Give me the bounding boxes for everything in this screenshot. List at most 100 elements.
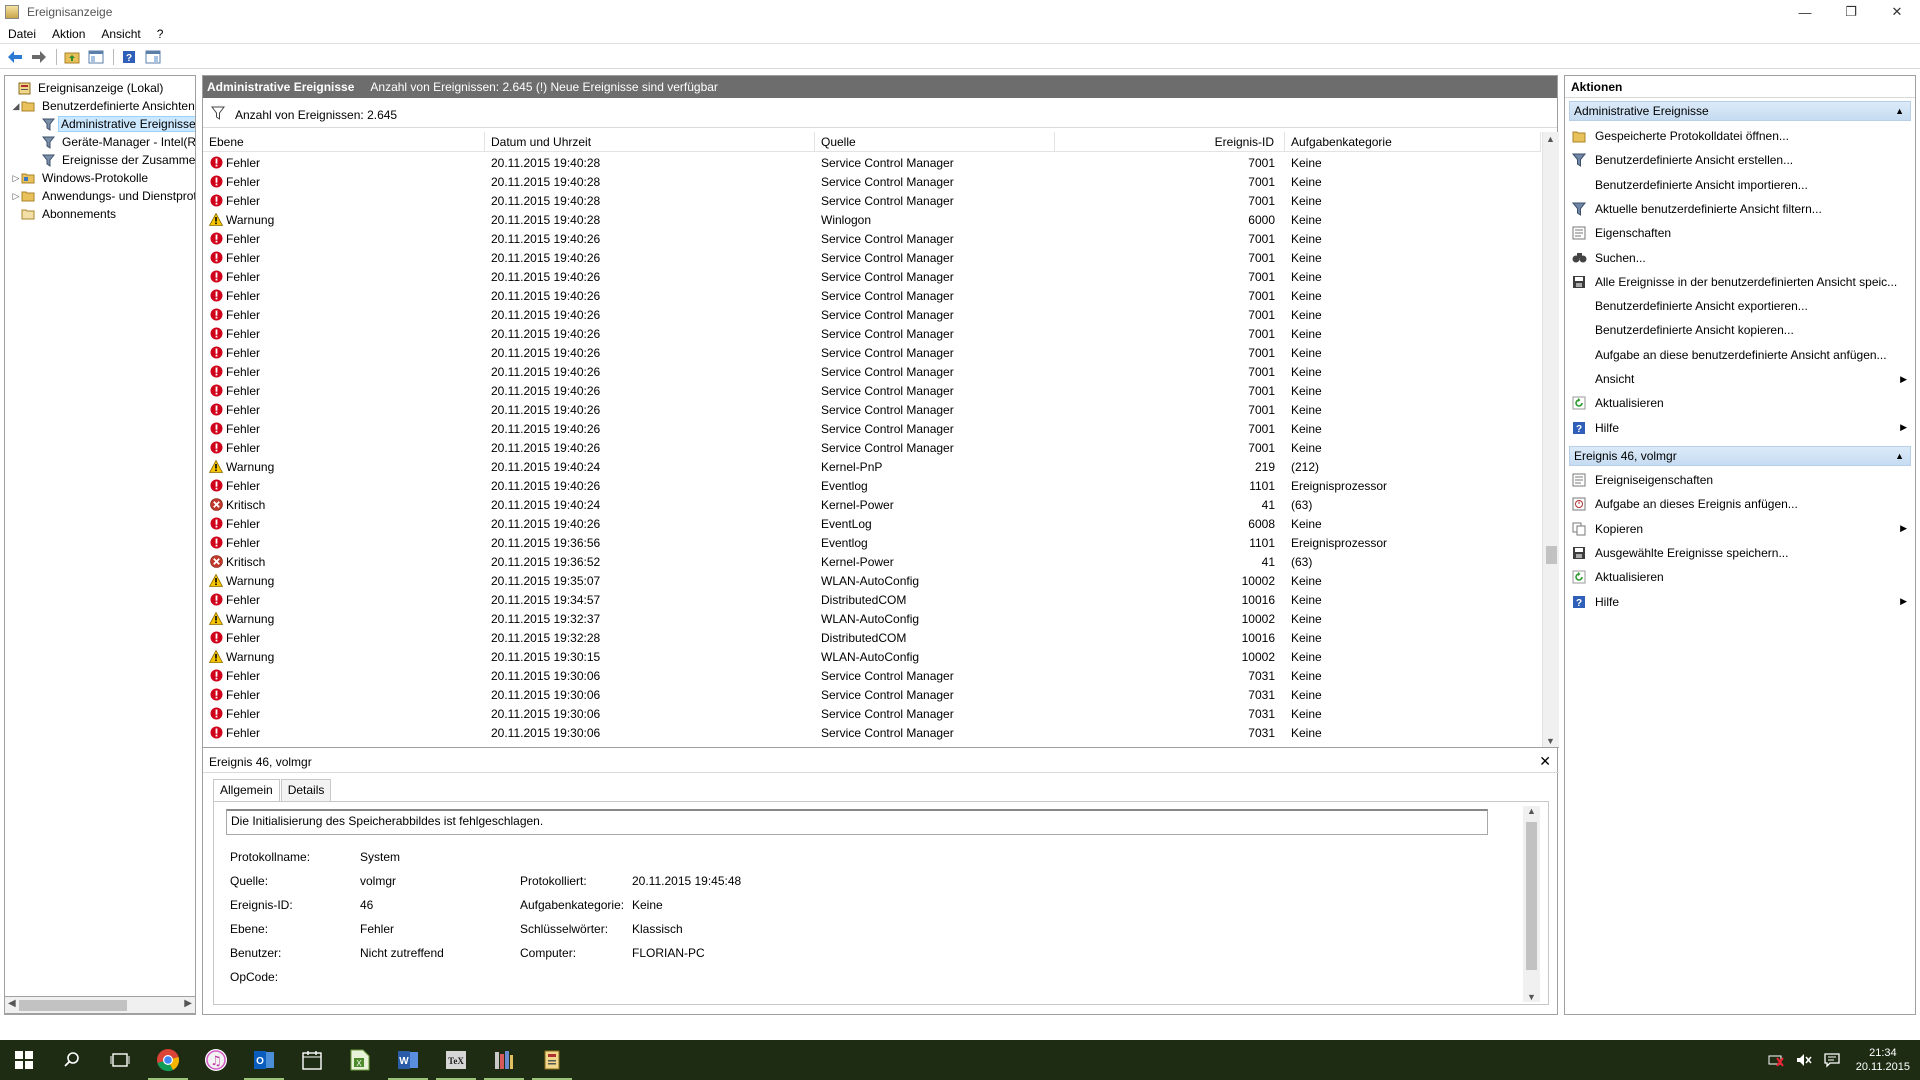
menu-ansicht[interactable]: Ansicht	[93, 27, 148, 41]
action-hilfe[interactable]: ? Hilfe ▶	[1571, 418, 1911, 438]
tab-general[interactable]: Allgemein	[213, 779, 280, 801]
forward-icon[interactable]	[28, 47, 50, 67]
scroll-thumb[interactable]	[1546, 546, 1557, 564]
action-benutzerdefinierte-ansicht-erstellen[interactable]: Benutzerdefinierte Ansicht erstellen...	[1571, 150, 1911, 170]
task-view-icon[interactable]	[96, 1040, 144, 1080]
table-row[interactable]: Fehler 20.11.2015 19:34:57 DistributedCOM 1…	[203, 590, 1541, 609]
action-benutzerdefinierte-ansicht-kopieren[interactable]: Benutzerdefinierte Ansicht kopieren...	[1571, 320, 1911, 340]
latex-icon[interactable]: TeX	[432, 1040, 480, 1080]
folder-up-icon[interactable]	[61, 47, 83, 67]
table-row[interactable]: Fehler 20.11.2015 19:40:26 Service Control…	[203, 324, 1541, 343]
table-row[interactable]: Fehler 20.11.2015 19:40:26 Service Control…	[203, 381, 1541, 400]
action-ausgewählte-ereignisse-speichern[interactable]: Ausgewählte Ereignisse speichern...	[1571, 543, 1911, 563]
collapse-icon[interactable]: ▲	[1895, 451, 1904, 461]
tree-item-administrative-events[interactable]: Administrative Ereignisse	[31, 115, 195, 133]
table-row[interactable]: Warnung 20.11.2015 19:35:07 WLAN-AutoConfi…	[203, 571, 1541, 590]
minimize-button[interactable]: —	[1782, 0, 1828, 24]
calendar-icon[interactable]	[288, 1040, 336, 1080]
table-row[interactable]: Fehler 20.11.2015 19:40:28 Service Control…	[203, 172, 1541, 191]
close-icon[interactable]: ✕	[1539, 753, 1551, 770]
table-row[interactable]: Kritisch 20.11.2015 19:36:52 Kernel-Power 4…	[203, 552, 1541, 571]
action-kopieren[interactable]: Kopieren ▶	[1571, 519, 1911, 539]
table-row[interactable]: Fehler 20.11.2015 19:40:26 Eventlog 1101 Ere…	[203, 476, 1541, 495]
table-row[interactable]: Fehler 20.11.2015 19:30:06 Service Control…	[203, 666, 1541, 685]
action-suchen[interactable]: Suchen...	[1571, 248, 1911, 268]
action-aktuelle-benutzerdefinierte-ansicht-filtern[interactable]: Aktuelle benutzerdefinierte Ansicht filt…	[1571, 199, 1911, 219]
table-row[interactable]: Fehler 20.11.2015 19:40:26 Service Control…	[203, 362, 1541, 381]
word-icon[interactable]: W	[384, 1040, 432, 1080]
table-row[interactable]: Warnung 20.11.2015 19:32:37 WLAN-AutoConfi…	[203, 609, 1541, 628]
show-hide-action-icon[interactable]	[142, 47, 164, 67]
action-ereigniseigenschaften[interactable]: Ereigniseigenschaften	[1571, 470, 1911, 490]
tree-item-device-manager[interactable]: Geräte-Manager - Intel(R) Dual Band Wire…	[31, 133, 195, 151]
action-hilfe[interactable]: ? Hilfe ▶	[1571, 592, 1911, 612]
expand-icon[interactable]: ▷	[11, 191, 21, 202]
table-row[interactable]: Fehler 20.11.2015 19:40:26 Service Control…	[203, 286, 1541, 305]
tab-details[interactable]: Details	[280, 779, 332, 801]
close-button[interactable]: ✕	[1874, 0, 1920, 24]
notifications-icon[interactable]	[1820, 1048, 1844, 1072]
column-header-source[interactable]: Quelle	[815, 132, 1055, 152]
section-event-46[interactable]: Ereignis 46, volmgr ▲	[1569, 446, 1911, 466]
action-benutzerdefinierte-ansicht-exportieren[interactable]: Benutzerdefinierte Ansicht exportieren..…	[1571, 296, 1911, 316]
action-aktualisieren[interactable]: Aktualisieren	[1571, 567, 1911, 587]
action-eigenschaften[interactable]: Eigenschaften	[1571, 223, 1911, 243]
volume-muted-icon[interactable]	[1792, 1048, 1816, 1072]
action-aufgabe-an-diese-benutzerdefinierte-ansicht-anfügen[interactable]: Aufgabe an diese benutzerdefinierte Ansi…	[1571, 345, 1911, 365]
restore-button[interactable]: ❐	[1828, 0, 1874, 24]
column-header-event-id[interactable]: Ereignis-ID	[1055, 132, 1285, 152]
tree-horizontal-scrollbar[interactable]: ◀ ▶	[4, 996, 196, 1014]
scroll-down-icon[interactable]: ▼	[1527, 992, 1536, 1002]
tree-item-root[interactable]: Ereignisanzeige (Lokal)	[7, 79, 167, 97]
expand-icon[interactable]: ▷	[11, 173, 21, 184]
menu-help[interactable]: ?	[149, 27, 172, 41]
column-header-level[interactable]: Ebene	[203, 132, 485, 152]
search-icon[interactable]	[48, 1040, 96, 1080]
tree-item-custom-views[interactable]: ◢ Benutzerdefinierte Ansichten	[11, 97, 195, 115]
table-row[interactable]: Warnung 20.11.2015 19:40:28 Winlogon 6000 Ke…	[203, 210, 1541, 229]
detail-vertical-scrollbar[interactable]: ▲ ▼	[1523, 806, 1540, 1002]
collapse-icon[interactable]: ◢	[11, 101, 21, 112]
library-icon[interactable]	[480, 1040, 528, 1080]
network-icon[interactable]	[1764, 1048, 1788, 1072]
clock[interactable]: 21:34 20.11.2015	[1856, 1046, 1910, 1074]
chrome-icon[interactable]	[144, 1040, 192, 1080]
start-icon[interactable]	[0, 1040, 48, 1080]
scroll-up-icon[interactable]: ▲	[1527, 806, 1536, 816]
scroll-up-icon[interactable]: ▲	[1546, 134, 1555, 144]
tree-item-app-service-logs[interactable]: ▷ Anwendungs- und Dienstprotokolle	[11, 187, 195, 205]
table-row[interactable]: Fehler 20.11.2015 19:30:06 Service Control…	[203, 723, 1541, 742]
table-row[interactable]: Fehler 20.11.2015 19:40:26 EventLog 6008 Kei…	[203, 514, 1541, 533]
scroll-thumb[interactable]	[1526, 822, 1537, 970]
table-row[interactable]: Fehler 20.11.2015 19:40:26 Service Control…	[203, 438, 1541, 457]
itunes-icon[interactable]: ♫	[192, 1040, 240, 1080]
collapse-icon[interactable]: ▲	[1895, 106, 1904, 116]
column-header-task-category[interactable]: Aufgabenkategorie	[1285, 132, 1541, 152]
table-row[interactable]: Fehler 20.11.2015 19:40:26 Service Control…	[203, 343, 1541, 362]
scroll-down-icon[interactable]: ▼	[1546, 736, 1555, 746]
action-benutzerdefinierte-ansicht-importieren[interactable]: Benutzerdefinierte Ansicht importieren..…	[1571, 175, 1911, 195]
table-row[interactable]: Fehler 20.11.2015 19:40:26 Service Control…	[203, 229, 1541, 248]
action-alle-ereignisse-in-der-benutzerdefinierten-ansicht-speic[interactable]: Alle Ereignisse in der benutzerdefiniert…	[1571, 272, 1911, 292]
scroll-right-icon[interactable]: ▶	[184, 998, 192, 1009]
menu-datei[interactable]: Datei	[0, 27, 44, 41]
action-aufgabe-an-dieses-ereignis-anfügen[interactable]: Aufgabe an dieses Ereignis anfügen...	[1571, 494, 1911, 514]
table-row[interactable]: Fehler 20.11.2015 19:40:28 Service Control…	[203, 153, 1541, 172]
action-aktualisieren[interactable]: Aktualisieren	[1571, 393, 1911, 413]
tree-item-subscriptions[interactable]: Abonnements	[11, 205, 120, 223]
back-icon[interactable]	[4, 47, 26, 67]
table-row[interactable]: Fehler 20.11.2015 19:40:26 Service Control…	[203, 419, 1541, 438]
scroll-left-icon[interactable]: ◀	[8, 998, 16, 1009]
tree-item-windows-logs[interactable]: ▷ Windows-Protokolle	[11, 169, 152, 187]
table-row[interactable]: Fehler 20.11.2015 19:40:26 Service Control…	[203, 267, 1541, 286]
outlook-icon[interactable]: O	[240, 1040, 288, 1080]
table-row[interactable]: Fehler 20.11.2015 19:36:56 Eventlog 1101 Ere…	[203, 533, 1541, 552]
tree-item-summary-events[interactable]: Ereignisse der Zusammenfassung	[31, 151, 195, 169]
table-row[interactable]: Warnung 20.11.2015 19:40:24 Kernel-PnP 219 (…	[203, 457, 1541, 476]
help-icon[interactable]: ?	[118, 47, 140, 67]
show-hide-tree-icon[interactable]	[85, 47, 107, 67]
action-gespeicherte-protokolldatei-öffnen[interactable]: Gespeicherte Protokolldatei öffnen...	[1571, 126, 1911, 146]
table-row[interactable]: Fehler 20.11.2015 19:30:06 Service Control…	[203, 704, 1541, 723]
table-row[interactable]: Fehler 20.11.2015 19:40:26 Service Control…	[203, 248, 1541, 267]
scroll-thumb[interactable]	[19, 1000, 127, 1011]
